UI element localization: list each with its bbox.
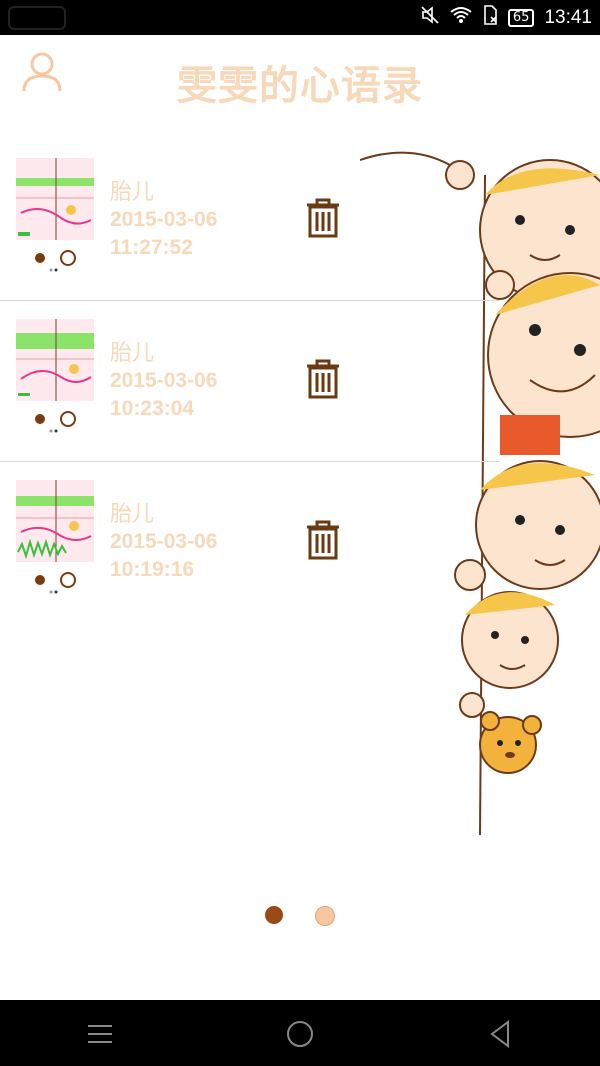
record-date: 2015-03-06: [110, 208, 218, 231]
record-label: 胎儿: [110, 502, 155, 527]
record-item[interactable]: 胎儿 2015-03-06 10:19:16: [0, 462, 500, 622]
page-indicator: [0, 906, 600, 926]
record-texts: 胎儿 2015-03-06 11:27:52: [110, 180, 217, 262]
record-date: 2015-03-06: [110, 369, 218, 392]
record-time: 11:27:52: [110, 236, 193, 259]
record-thumbnail[interactable]: [16, 480, 94, 598]
record-item[interactable]: 胎儿 2015-03-06 10:23:04: [0, 301, 500, 462]
battery-indicator: 65: [507, 8, 535, 27]
record-thumbnail[interactable]: [16, 158, 94, 276]
home-icon[interactable]: [280, 1014, 320, 1054]
sim-icon: [482, 5, 498, 30]
trash-icon[interactable]: [305, 359, 341, 399]
wifi-icon: [450, 6, 472, 29]
status-icons: 65 13:41: [420, 0, 592, 35]
status-bar: 65 13:41: [0, 0, 600, 35]
page-dot[interactable]: [315, 906, 335, 926]
record-date: 2015-03-06: [110, 530, 218, 553]
page-title: 雯雯的心语录: [177, 63, 423, 109]
status-notch: [8, 6, 66, 30]
back-icon[interactable]: [480, 1014, 520, 1054]
record-item[interactable]: 胎儿 2015-03-06 11:27:52: [0, 140, 500, 301]
trash-icon[interactable]: [305, 520, 341, 560]
trash-icon[interactable]: [305, 198, 341, 238]
record-texts: 胎儿 2015-03-06 10:19:16: [110, 502, 217, 584]
record-label: 胎儿: [110, 341, 155, 366]
mute-icon: [420, 5, 440, 30]
header: 雯雯的心语录: [0, 35, 600, 145]
record-time: 10:23:04: [110, 397, 195, 420]
record-label: 胎儿: [110, 180, 155, 205]
page-dot-active[interactable]: [265, 906, 283, 924]
record-time: 10:19:16: [110, 558, 195, 581]
record-thumbnail[interactable]: [16, 319, 94, 437]
menu-icon[interactable]: [80, 1014, 120, 1054]
records-list: 胎儿 2015-03-06 11:27:52 胎儿 2015-03-06 10:…: [0, 140, 500, 622]
system-nav-bar: [0, 1000, 600, 1066]
status-time: 13:41: [544, 6, 592, 28]
record-texts: 胎儿 2015-03-06 10:23:04: [110, 341, 217, 423]
